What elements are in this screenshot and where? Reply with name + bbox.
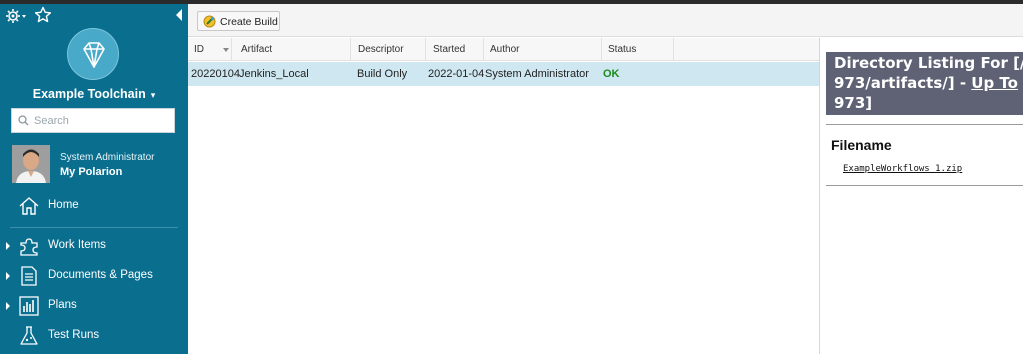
column-header-label: Status	[608, 44, 637, 55]
toolbar: Create Build	[188, 4, 1023, 37]
column-header-artifact[interactable]: Artifact	[235, 38, 351, 61]
directory-title-line-1: Directory Listing For [/	[834, 54, 1023, 72]
cell-descriptor: Build Only	[357, 68, 408, 80]
project-name: Example Toolchain	[32, 87, 146, 101]
create-build-label: Create Build	[220, 16, 278, 28]
user-role: System Administrator	[60, 152, 155, 163]
column-header-descriptor[interactable]: Descriptor	[352, 38, 426, 61]
sidebar-item-plans[interactable]: Plans	[0, 292, 188, 320]
column-header-author[interactable]: Author	[484, 38, 602, 61]
builds-table: ID Artifact Descriptor Started Author St…	[188, 38, 819, 354]
sidebar-item-label: Documents & Pages	[48, 269, 153, 281]
cell-started: 2022-01-04	[428, 68, 484, 80]
sidebar-top-bar	[0, 4, 188, 28]
create-build-button[interactable]: Create Build	[197, 11, 280, 31]
collapse-sidebar-icon[interactable]	[174, 8, 184, 22]
project-selector[interactable]: Example Toolchain ▾	[0, 87, 188, 101]
search-icon	[18, 115, 29, 126]
directory-title-line-2: 973/artifacts/] - Up To	[834, 73, 1018, 93]
cell-id: 20220104	[191, 68, 240, 80]
search-input[interactable]	[34, 113, 169, 129]
gear-icon[interactable]	[5, 7, 27, 25]
file-link[interactable]: ExampleWorkflows_1.zip	[843, 164, 962, 174]
star-icon[interactable]	[34, 6, 52, 24]
sidebar-item-label: Test Runs	[48, 329, 100, 341]
column-header-started[interactable]: Started	[427, 38, 484, 61]
sidebar: Example Toolchain▾ System Administrator …	[0, 4, 188, 354]
sidebar-item-label: Plans	[48, 299, 77, 311]
directory-listing-header: Directory Listing For [/ 973/artifacts/]…	[826, 52, 1023, 115]
sort-desc-icon[interactable]	[223, 48, 229, 52]
table-header: ID Artifact Descriptor Started Author St…	[188, 38, 819, 61]
column-header-label: Started	[433, 44, 466, 55]
column-header-id[interactable]: ID	[188, 38, 232, 61]
status-badge: OK	[603, 68, 620, 80]
expand-arrow-icon[interactable]	[6, 302, 10, 310]
sidebar-separator	[10, 227, 178, 228]
sidebar-item-label: Work Items	[48, 239, 106, 251]
home-icon	[19, 197, 39, 215]
divider	[826, 185, 1023, 186]
table-row[interactable]: 20220104 Jenkins_Local Build Only 2022-0…	[188, 62, 819, 86]
avatar[interactable]	[12, 145, 50, 183]
flask-icon	[20, 326, 38, 345]
column-header-label: Artifact	[241, 44, 273, 55]
cell-artifact: Jenkins_Local	[239, 68, 309, 80]
sidebar-item-label: Home	[48, 199, 79, 211]
directory-path-text: 973/artifacts/] -	[834, 74, 972, 92]
user-photo	[12, 145, 50, 183]
my-polarion-link[interactable]: My Polarion	[60, 166, 122, 178]
chart-icon	[19, 296, 39, 316]
diamond-icon	[83, 42, 105, 68]
artifact-directory-panel: Directory Listing For [/ 973/artifacts/]…	[820, 38, 1023, 354]
expand-arrow-icon[interactable]	[6, 272, 10, 280]
expand-arrow-icon[interactable]	[6, 242, 10, 250]
filename-column-header: Filename	[831, 137, 892, 153]
column-header-label: ID	[194, 44, 204, 55]
column-header-status[interactable]: Status	[602, 38, 674, 61]
directory-title-line-3: 973]	[834, 94, 873, 112]
puzzle-icon	[20, 238, 38, 256]
cell-author: System Administrator	[485, 68, 589, 80]
divider	[826, 124, 1023, 125]
document-icon	[21, 266, 37, 286]
build-icon	[203, 15, 216, 28]
project-dropdown-caret: ▾	[150, 90, 156, 100]
column-header-label: Descriptor	[358, 44, 404, 55]
sidebar-item-test-runs[interactable]: Test Runs	[0, 322, 188, 350]
sidebar-item-documents-pages[interactable]: Documents & Pages	[0, 262, 188, 290]
sidebar-item-work-items[interactable]: Work Items	[0, 232, 188, 260]
sidebar-item-home[interactable]: Home	[0, 192, 188, 220]
search-box[interactable]	[11, 108, 175, 133]
column-header-label: Author	[490, 44, 520, 55]
up-to-link[interactable]: Up To	[971, 74, 1018, 92]
project-logo[interactable]	[67, 28, 119, 80]
